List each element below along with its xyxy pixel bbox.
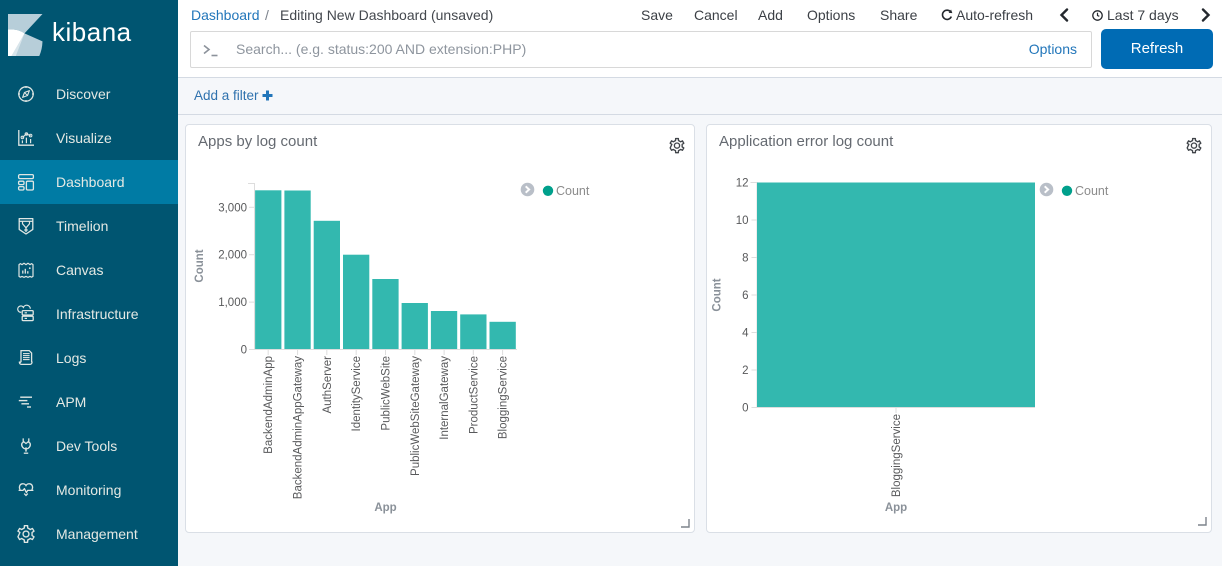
svg-text:8: 8 xyxy=(742,253,748,265)
svg-text:PublicWebSite: PublicWebSite xyxy=(381,356,393,431)
svg-text:Count: Count xyxy=(1075,184,1109,198)
svg-text:0: 0 xyxy=(241,345,247,357)
svg-text:Application error log count: Application error log count xyxy=(719,133,894,150)
svg-text:3,000: 3,000 xyxy=(218,202,247,214)
svg-text:Count: Count xyxy=(712,278,724,311)
svg-text:Count: Count xyxy=(194,249,206,282)
svg-text:2: 2 xyxy=(742,365,748,377)
svg-text:4: 4 xyxy=(742,328,749,340)
svg-text:2,000: 2,000 xyxy=(218,250,247,262)
svg-text:0: 0 xyxy=(742,403,748,415)
svg-text:PublicWebSiteGateway: PublicWebSiteGateway xyxy=(410,356,422,476)
svg-text:BackendAdminApp: BackendAdminApp xyxy=(263,356,275,454)
svg-text:IdentityService: IdentityService xyxy=(351,356,363,431)
svg-text:12: 12 xyxy=(736,178,749,190)
svg-text:6: 6 xyxy=(742,290,748,302)
svg-text:BloggingService: BloggingService xyxy=(498,356,510,439)
svg-text:Count: Count xyxy=(556,184,590,198)
svg-text:BackendAdminAppGateway: BackendAdminAppGateway xyxy=(293,356,305,499)
svg-text:1,000: 1,000 xyxy=(218,297,247,309)
svg-text:InternalGateway: InternalGateway xyxy=(439,356,451,440)
svg-text:AuthServer: AuthServer xyxy=(322,356,334,414)
svg-text:10: 10 xyxy=(736,215,749,227)
svg-text:ProductService: ProductService xyxy=(468,356,480,434)
svg-text:Apps by log count: Apps by log count xyxy=(198,133,318,150)
svg-text:App: App xyxy=(885,502,907,514)
svg-text:App: App xyxy=(374,502,396,514)
svg-text:BloggingService: BloggingService xyxy=(891,414,903,497)
